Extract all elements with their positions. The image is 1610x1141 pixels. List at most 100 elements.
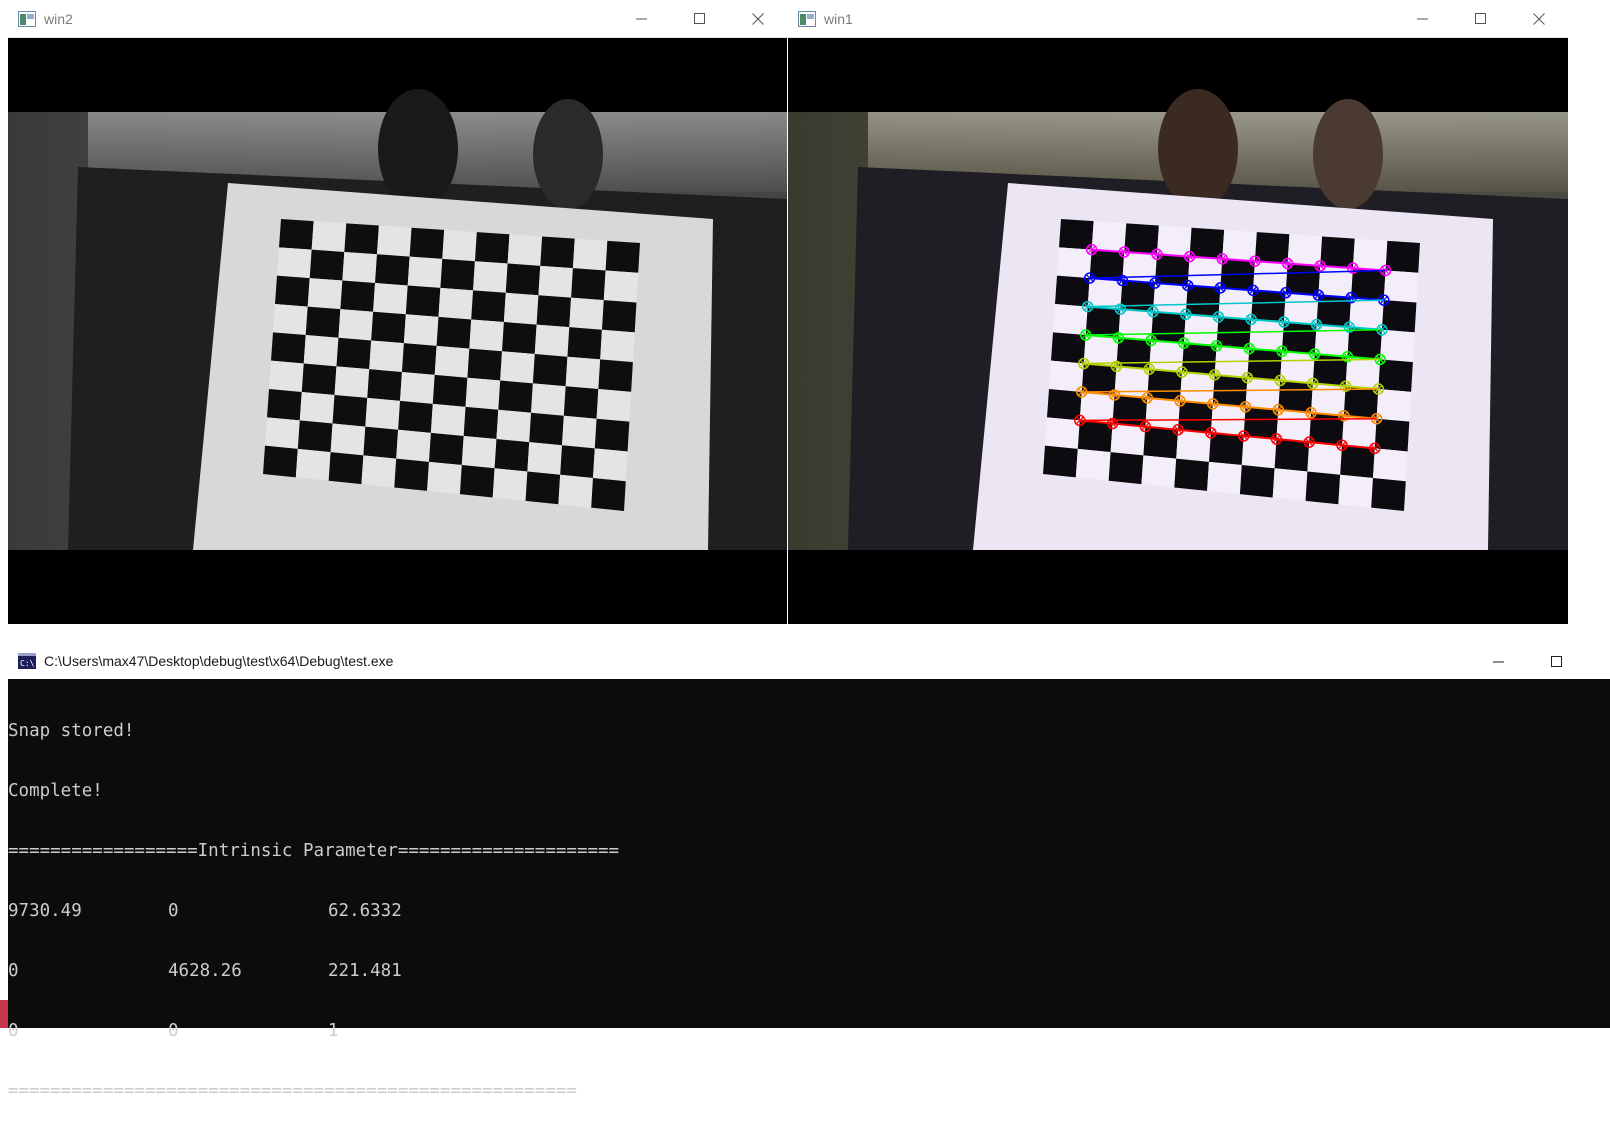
checker-square bbox=[1338, 474, 1373, 508]
checker-square bbox=[427, 461, 462, 495]
checker-square bbox=[297, 420, 333, 453]
checker-square bbox=[498, 380, 533, 413]
close-button[interactable] bbox=[1586, 643, 1610, 681]
checker-square bbox=[600, 329, 635, 363]
console-title: C:\Users\max47\Desktop\debug\test\x64\De… bbox=[44, 653, 394, 669]
checker-square bbox=[592, 448, 628, 482]
checker-square bbox=[562, 415, 597, 449]
checker-square bbox=[295, 448, 331, 481]
window-win2[interactable]: win2 bbox=[8, 0, 787, 624]
checker-square bbox=[1043, 445, 1078, 478]
matrix-cell: 1 bbox=[328, 1021, 339, 1041]
checker-square bbox=[373, 283, 408, 315]
checker-square bbox=[492, 468, 528, 501]
checker-square bbox=[344, 223, 379, 255]
close-button[interactable] bbox=[729, 0, 787, 38]
checker-square bbox=[525, 471, 561, 505]
checker-square bbox=[267, 389, 302, 421]
console-output[interactable]: Snap stored! Complete! =================… bbox=[8, 679, 1610, 1101]
camera-view-color bbox=[788, 39, 1568, 624]
matrix-cell: 4628.26 bbox=[168, 961, 242, 981]
checker-square bbox=[565, 356, 601, 390]
checkerboard-image-corners bbox=[788, 89, 1568, 550]
checker-square bbox=[371, 311, 406, 344]
checker-square bbox=[273, 304, 308, 336]
checker-square bbox=[540, 236, 575, 269]
checker-square bbox=[1075, 448, 1111, 481]
checker-square bbox=[505, 263, 541, 296]
checker-square bbox=[428, 432, 464, 466]
checker-square bbox=[432, 374, 468, 407]
minimize-icon bbox=[1417, 18, 1428, 20]
checker-square bbox=[601, 300, 637, 333]
checker-square bbox=[303, 335, 339, 367]
checkerboard-image-gray bbox=[8, 89, 787, 550]
checker-square bbox=[271, 332, 306, 364]
checker-square bbox=[301, 363, 337, 395]
checker-square bbox=[473, 261, 508, 293]
maximize-button[interactable] bbox=[671, 0, 729, 38]
minimize-button[interactable] bbox=[1394, 0, 1452, 38]
matrix-cell: 9730.49 bbox=[8, 901, 82, 921]
checker-square bbox=[471, 290, 506, 323]
minimize-button[interactable] bbox=[613, 0, 671, 38]
checker-square bbox=[340, 280, 376, 312]
checker-square bbox=[263, 445, 298, 478]
checker-square bbox=[558, 474, 593, 508]
checker-square bbox=[534, 324, 570, 357]
checker-square bbox=[1174, 458, 1209, 491]
checker-square bbox=[496, 409, 532, 443]
console-window[interactable]: C:\ C:\Users\max47\Desktop\debug\test\x6… bbox=[8, 643, 1610, 1101]
checker-square bbox=[307, 278, 343, 310]
matrix-cell: 0 bbox=[8, 961, 19, 981]
checker-square bbox=[1108, 452, 1144, 485]
camera-view-gray bbox=[8, 39, 787, 624]
checker-square bbox=[503, 292, 539, 325]
checker-square bbox=[572, 238, 608, 271]
checker-square bbox=[396, 429, 431, 462]
maximize-icon bbox=[1551, 656, 1562, 667]
matrix-cell: 0 bbox=[168, 901, 179, 921]
minimize-button[interactable] bbox=[1470, 643, 1528, 681]
checker-square bbox=[1371, 477, 1406, 511]
matrix-row: 0 4628.26 221.481 bbox=[8, 961, 1610, 981]
maximize-button[interactable] bbox=[1528, 643, 1586, 681]
window-titlebar[interactable]: win2 bbox=[8, 0, 787, 38]
checker-square bbox=[603, 270, 639, 303]
checker-square bbox=[1305, 471, 1341, 505]
checker-square bbox=[405, 285, 441, 317]
checker-square bbox=[342, 251, 377, 283]
console-line: Snap stored! bbox=[8, 721, 135, 741]
window-titlebar[interactable]: win1 bbox=[788, 0, 1568, 38]
checker-square bbox=[367, 369, 402, 401]
checker-square bbox=[269, 360, 304, 392]
checker-square bbox=[361, 455, 397, 488]
window-win1[interactable]: win1 bbox=[788, 0, 1568, 624]
taskbar-edge bbox=[0, 1000, 8, 1028]
checker-square bbox=[279, 219, 314, 250]
checker-square bbox=[434, 345, 470, 378]
checker-square bbox=[560, 445, 595, 478]
checker-square bbox=[469, 319, 504, 352]
checker-square bbox=[563, 386, 599, 419]
opencv-window-icon bbox=[798, 10, 816, 27]
checker-square bbox=[536, 295, 572, 328]
console-line: ==================Intrinsic Parameter===… bbox=[8, 841, 620, 861]
checker-square bbox=[311, 221, 347, 252]
close-button[interactable] bbox=[1510, 0, 1568, 38]
checker-square bbox=[538, 265, 573, 298]
checker-square bbox=[529, 412, 564, 446]
close-icon bbox=[1533, 13, 1545, 25]
maximize-button[interactable] bbox=[1452, 0, 1510, 38]
checker-square bbox=[430, 403, 466, 436]
matrix-cell: 221.481 bbox=[328, 961, 402, 981]
checker-square bbox=[305, 306, 341, 338]
checker-square bbox=[1207, 461, 1242, 495]
checker-square bbox=[531, 383, 566, 416]
opencv-window-icon bbox=[18, 10, 36, 27]
window-title: win2 bbox=[44, 10, 73, 27]
console-titlebar[interactable]: C:\ C:\Users\max47\Desktop\debug\test\x6… bbox=[8, 643, 1610, 679]
checker-square bbox=[461, 435, 497, 469]
checker-square bbox=[442, 229, 477, 262]
matrix-row: 9730.49 0 62.6332 bbox=[8, 901, 1610, 921]
